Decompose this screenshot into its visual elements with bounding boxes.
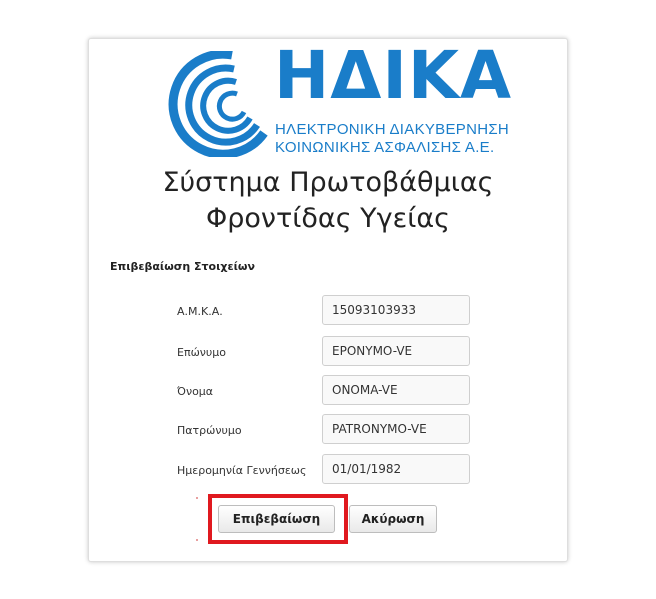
brand-subtitle-line2: ΚΟΙΝΩΝΙΚΗΣ ΑΣΦΑΛΙΣΗΣ Α.Ε. <box>275 139 495 156</box>
surname-label: Επώνυμο <box>177 346 227 359</box>
idika-logo: ΗΔΙΚΑ ΗΛΕΚΤΡΟΝΙΚΗ ΔΙΑΚΥΒΕΡΝΗΣΗ ΚΟΙΝΩΝΙΚΗ… <box>164 43 511 157</box>
confirm-button-highlight <box>208 494 348 544</box>
brand-subtitle-line1: ΗΛΕΚΤΡΟΝΙΚΗ ΔΙΑΚΥΒΕΡΝΗΣΗ <box>275 121 510 138</box>
fathername-label: Πατρώνυμο <box>177 424 242 437</box>
confirmation-card: ΗΔΙΚΑ ΗΛΕΚΤΡΟΝΙΚΗ ΔΙΑΚΥΒΕΡΝΗΣΗ ΚΟΙΝΩΝΙΚΗ… <box>88 38 568 562</box>
decor-dot <box>196 497 198 499</box>
form-row-surname: Επώνυμο EPONYMO-VE <box>89 336 567 368</box>
cancel-button[interactable]: Ακύρωση <box>349 505 437 533</box>
form-row-fathername: Πατρώνυμο PATRONYMO-VE <box>89 414 567 446</box>
concentric-arcs-logo-icon <box>168 51 268 157</box>
page-title-line2: Φροντίδας Υγείας <box>206 203 450 234</box>
brand-name: ΗΔΙΚΑ <box>274 37 513 114</box>
page-title-line1: Σύστημα Πρωτοβάθμιας <box>162 167 494 198</box>
fathername-field[interactable]: PATRONYMO-VE <box>322 414 470 444</box>
firstname-label: Όνομα <box>177 385 214 398</box>
amka-field[interactable]: 15093103933 <box>322 295 470 325</box>
form-row-firstname: Όνομα ONOMA-VE <box>89 375 567 407</box>
surname-field[interactable]: EPONYMO-VE <box>322 336 470 366</box>
amka-label: Α.Μ.Κ.Α. <box>177 305 223 318</box>
form-row-birthdate: Ημερομηνία Γεννήσεως 01/01/1982 <box>89 454 567 486</box>
birthdate-field[interactable]: 01/01/1982 <box>322 454 470 484</box>
decor-dot <box>196 539 198 541</box>
birthdate-label: Ημερομηνία Γεννήσεως <box>177 464 307 477</box>
form-row-amka: Α.Μ.Κ.Α. 15093103933 <box>89 295 567 327</box>
firstname-field[interactable]: ONOMA-VE <box>322 375 470 405</box>
section-title: Επιβεβαίωση Στοιχείων <box>110 260 255 273</box>
